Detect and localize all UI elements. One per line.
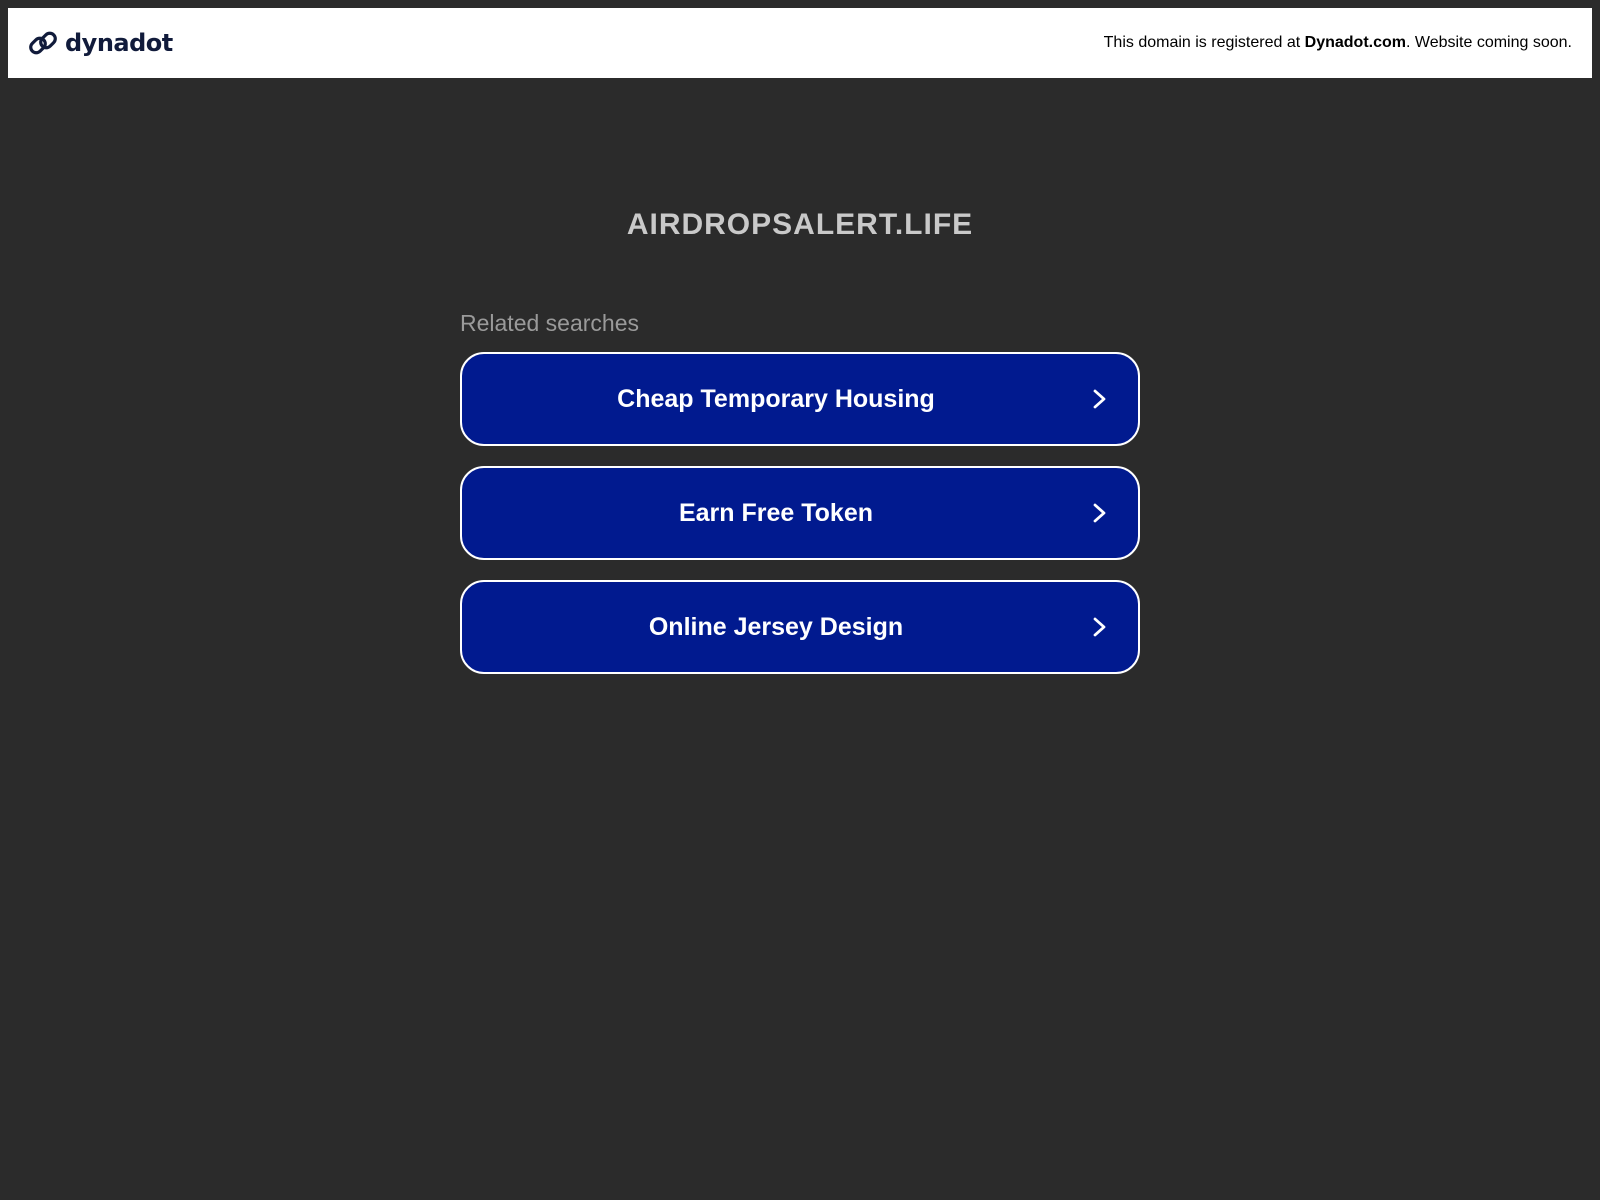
domain-title: AIRDROPSALERT.LIFE xyxy=(626,208,974,241)
search-link-label: Earn Free Token xyxy=(678,498,874,527)
top-banner: dynadot This domain is registered at Dyn… xyxy=(8,8,1592,78)
registration-notice: This domain is registered at Dynadot.com… xyxy=(1104,34,1572,52)
chevron-right-icon xyxy=(1093,503,1106,523)
search-link-label: Online Jersey Design xyxy=(648,612,904,641)
related-searches-label: Related searches xyxy=(460,310,639,336)
dynadot-logo[interactable]: dynadot xyxy=(27,27,173,59)
chevron-right-icon xyxy=(1093,389,1106,409)
search-link-online-jersey-design[interactable]: Online Jersey Design xyxy=(460,580,1140,674)
notice-prefix: This domain is registered at xyxy=(1103,34,1305,51)
brand-name: dynadot xyxy=(65,29,173,57)
search-link-earn-free-token[interactable]: Earn Free Token xyxy=(460,466,1140,560)
search-link-cheap-temporary-housing[interactable]: Cheap Temporary Housing xyxy=(460,352,1140,446)
search-link-label: Cheap Temporary Housing xyxy=(617,384,935,413)
related-searches: Related searches Cheap Temporary Housing… xyxy=(460,308,1140,694)
notice-brand-link[interactable]: Dynadot.com xyxy=(1305,34,1406,51)
chain-link-icon xyxy=(29,31,57,55)
chevron-right-icon xyxy=(1093,617,1106,637)
notice-suffix: . Website coming soon. xyxy=(1405,34,1572,51)
